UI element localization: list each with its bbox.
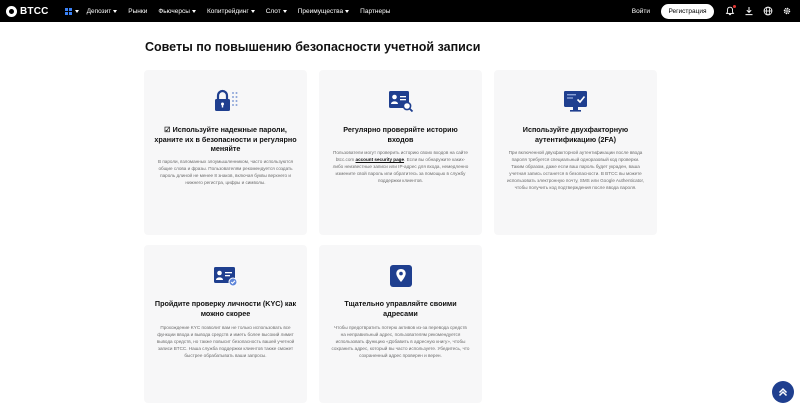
- card-description: В пароли, взломанных злоумышленником, ча…: [157, 159, 293, 186]
- tip-card-2fa: Используйте двухфакторную аутентификацию…: [494, 70, 657, 235]
- page-title: Советы по повышению безопасности учетной…: [145, 40, 481, 54]
- menu-advantages[interactable]: Преимущества: [297, 7, 350, 15]
- card-description: Прохождение KYC позволит вам не только и…: [156, 325, 295, 359]
- menu-markets[interactable]: Рынки: [128, 8, 147, 15]
- main-menu: Депозит Рынки Фьючерсы Копитрейдинг Слот…: [87, 8, 402, 15]
- bell-icon[interactable]: [724, 5, 736, 17]
- menu-deposit[interactable]: Депозит: [87, 8, 118, 15]
- monitor-check-icon: [563, 91, 587, 112]
- tip-card-strong-passwords: ☑ Используйте надежные пароли, храните и…: [144, 70, 307, 235]
- card-title: Тщательно управляйте своими адресами: [344, 299, 457, 318]
- register-button[interactable]: Регистрация: [661, 3, 714, 19]
- chevron-down-icon: [113, 9, 118, 13]
- login-link[interactable]: Войти: [632, 8, 650, 15]
- logo-mark-icon: [6, 5, 17, 17]
- chevron-down-icon: [345, 9, 350, 13]
- location-pin-icon: [389, 265, 412, 287]
- tip-card-addresses: Тщательно управляйте своими адресами Что…: [319, 245, 482, 403]
- top-navbar: BTCC Депозит Рынки Фьючерсы Копитрейдинг…: [0, 0, 800, 22]
- brand-logo[interactable]: BTCC: [6, 0, 49, 22]
- menu-label: Рынки: [128, 7, 148, 15]
- chevron-down-icon: [191, 9, 196, 13]
- settings-icon[interactable]: [781, 5, 793, 17]
- card-title: Регулярно проверяйте историю входов: [343, 125, 458, 144]
- user-card-search-icon: [388, 91, 413, 113]
- menu-label: Фьючерсы: [158, 7, 190, 15]
- id-card-check-icon: [213, 267, 237, 287]
- logo-text: BTCC: [20, 5, 49, 17]
- chevron-down-icon: [74, 9, 79, 13]
- account-security-link[interactable]: account security page: [356, 157, 405, 162]
- lock-keypad-icon: [214, 89, 237, 111]
- menu-futures[interactable]: Фьючерсы: [158, 8, 196, 15]
- download-icon[interactable]: [743, 5, 755, 17]
- card-title: Используйте двухфакторную аутентификацию…: [522, 125, 629, 144]
- globe-icon[interactable]: [762, 5, 774, 17]
- menu-label: Депозит: [86, 7, 112, 15]
- notification-dot: [733, 5, 736, 8]
- scroll-top-button[interactable]: [772, 381, 794, 403]
- menu-label: Партнеры: [360, 7, 391, 15]
- card-title: Пройдите проверку личности (KYC) как мож…: [154, 299, 297, 318]
- apps-icon: [64, 7, 72, 15]
- tip-card-login-history: Регулярно проверяйте историю входов Поль…: [319, 70, 482, 235]
- chevron-down-icon: [250, 9, 255, 13]
- chevron-down-icon: [282, 9, 287, 13]
- menu-label: Слот: [265, 7, 281, 15]
- card-description: При включенной двухфакторной аутентифика…: [506, 150, 645, 191]
- tip-card-kyc: Пройдите проверку личности (KYC) как мож…: [144, 245, 307, 403]
- menu-partners[interactable]: Партнеры: [360, 8, 390, 15]
- menu-label: Копитрейдинг: [206, 7, 249, 15]
- checkbox-icon: ☑: [164, 125, 171, 134]
- card-title: ☑ Используйте надежные пароли, храните и…: [154, 125, 297, 154]
- menu-label: Преимущества: [297, 7, 344, 15]
- menu-slot[interactable]: Слот: [266, 8, 287, 15]
- scroll-top-icon: [778, 387, 788, 397]
- card-description: Чтобы предотвратить потерю активов из-за…: [331, 325, 470, 359]
- nav-right: Войти Регистрация: [632, 0, 800, 22]
- card-title-text: Используйте надежные пароли, храните их …: [154, 125, 297, 153]
- card-description: Пользователи могут проверить историю сво…: [331, 149, 470, 184]
- apps-menu[interactable]: [64, 7, 79, 15]
- menu-copytrading[interactable]: Копитрейдинг: [207, 8, 255, 15]
